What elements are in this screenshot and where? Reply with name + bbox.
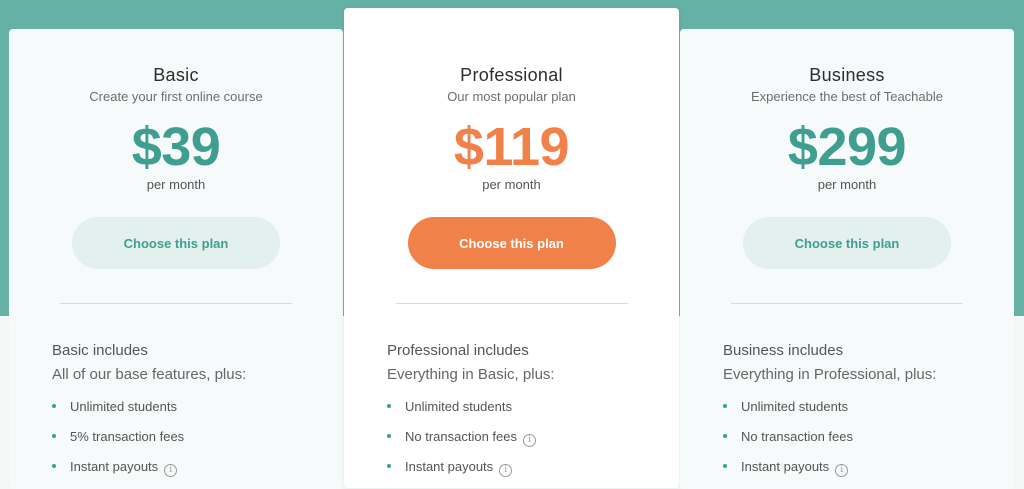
feature-label: Unlimited students [70, 399, 177, 414]
plan-card-business: Business Experience the best of Teachabl… [680, 29, 1014, 489]
feature-label: No transaction fees [741, 429, 854, 444]
feature-item: Unlimited students [52, 398, 343, 428]
price-period: per month [146, 177, 206, 192]
feature-item: No transaction fees [723, 428, 1014, 458]
divider [395, 303, 628, 304]
bullet-icon [52, 464, 56, 468]
bullet-icon [387, 404, 391, 408]
bullet-icon [723, 464, 727, 468]
includes-title: Professional includes [387, 342, 529, 359]
feature-item: 5% transaction fees [52, 428, 343, 458]
includes-title: Basic includes [52, 342, 148, 359]
plan-price: $119 [453, 117, 570, 177]
plan-price: $39 [131, 117, 221, 177]
info-icon[interactable]: i [523, 434, 537, 447]
divider [731, 303, 963, 304]
bullet-icon [52, 434, 56, 438]
includes-section: Professional includes Everything in Basi… [344, 342, 679, 488]
bullet-icon [723, 434, 727, 438]
feature-item: Instant payouts i [387, 458, 679, 488]
includes-subtitle: All of our base features, plus: [52, 366, 247, 383]
feature-item: Instant payouts i [723, 458, 1014, 488]
plan-name: Basic [153, 65, 199, 85]
plan-price: $299 [787, 117, 907, 177]
feature-label: Unlimited students [741, 399, 848, 414]
bullet-icon [387, 464, 391, 468]
includes-subtitle: Everything in Basic, plus: [387, 366, 555, 383]
feature-label: Instant payouts [70, 459, 159, 474]
price-period: per month [482, 177, 541, 192]
plan-name: Business [809, 65, 885, 85]
includes-section: Basic includes All of our base features,… [9, 342, 343, 488]
plan-card-professional: Professional Our most popular plan $119 … [344, 8, 679, 488]
plan-tagline: Create your first online course [89, 89, 263, 104]
plan-card-basic: Basic Create your first online course $3… [9, 29, 343, 489]
feature-label: Instant payouts [741, 459, 830, 474]
includes-subtitle: Everything in Professional, plus: [723, 366, 937, 383]
includes-section: Business includes Everything in Professi… [680, 342, 1014, 488]
feature-item: No transaction fees i [387, 428, 679, 458]
feature-label: Instant payouts [405, 459, 494, 474]
feature-list: Unlimited students No transaction fees I… [723, 398, 1014, 488]
info-icon[interactable]: i [835, 464, 849, 477]
feature-label: No transaction fees [405, 429, 518, 444]
feature-item: Instant payouts i [52, 458, 343, 488]
feature-label: 5% transaction fees [70, 429, 185, 444]
feature-list: Unlimited students No transaction fees i … [387, 398, 679, 488]
choose-plan-button[interactable]: Choose this plan [407, 217, 616, 269]
feature-list: Unlimited students 5% transaction fees I… [52, 398, 343, 488]
bullet-icon [387, 434, 391, 438]
bullet-icon [52, 404, 56, 408]
feature-item: Unlimited students [387, 398, 679, 428]
plan-name: Professional [460, 65, 563, 85]
info-icon[interactable]: i [164, 464, 178, 477]
choose-plan-button[interactable]: Choose this plan [72, 217, 280, 269]
feature-label: Unlimited students [405, 399, 512, 414]
feature-item: Unlimited students [723, 398, 1014, 428]
includes-title: Business includes [723, 342, 844, 359]
plan-tagline: Our most popular plan [447, 89, 576, 104]
info-icon[interactable]: i [499, 464, 513, 477]
bullet-icon [723, 404, 727, 408]
divider [60, 303, 292, 304]
plan-tagline: Experience the best of Teachable [750, 89, 943, 104]
price-period: per month [817, 177, 877, 192]
choose-plan-button[interactable]: Choose this plan [743, 217, 951, 269]
